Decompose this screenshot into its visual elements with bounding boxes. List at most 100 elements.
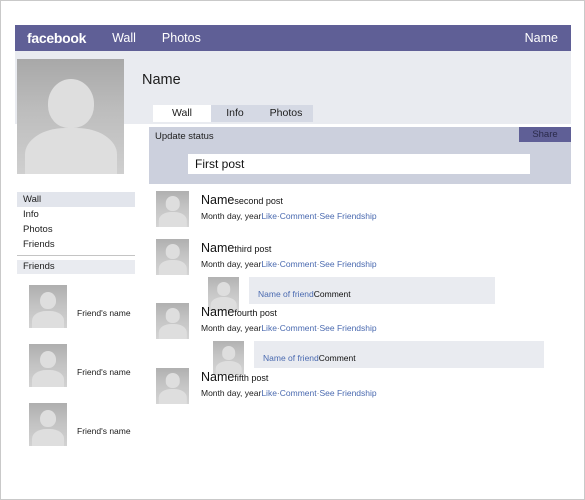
list-item[interactable]: Friend's name [29,285,149,344]
post-like-link[interactable]: Like [261,323,277,333]
friend-avatar[interactable] [29,344,67,387]
account-name-link[interactable]: Name [525,31,558,45]
post-date: Month day, year [201,323,262,333]
user-silhouette-icon [216,282,231,296]
table-row: Namesecond post Month day, yearLike·Comm… [156,191,576,239]
top-nav-links: Wall Photos [112,31,201,45]
user-silhouette-icon [40,291,56,310]
post-meta: Month day, yearLike·Comment·See Friendsh… [201,209,576,222]
comment-text: Comment [313,289,351,299]
list-item[interactable]: Friend's name [29,403,149,462]
facebook-logo[interactable]: facebook [27,30,86,46]
post-author[interactable]: Name [201,241,234,255]
post-see-friendship-link[interactable]: See Friendship [319,388,376,398]
post-avatar[interactable] [156,191,189,227]
user-silhouette-body [158,323,187,339]
user-silhouette-icon [165,373,180,388]
post-meta: Month day, yearLike·Comment·See Friendsh… [201,386,576,399]
post-see-friendship-link[interactable]: See Friendship [319,323,376,333]
post-text: fifth post [234,373,269,383]
profile-avatar[interactable] [17,59,124,174]
post-body: Namefifth post Month day, yearLike·Comme… [156,368,576,399]
user-silhouette-icon [40,350,56,369]
user-silhouette-icon [47,78,94,128]
tab-info[interactable]: Info [211,105,259,122]
top-nav-item-photos[interactable]: Photos [162,31,201,45]
post-author[interactable]: Name [201,370,234,384]
post-avatar[interactable] [156,303,189,339]
top-navigation-bar: facebook Wall Photos Name [15,25,571,51]
user-silhouette-icon [40,409,56,428]
post-text: third post [234,244,272,254]
sidebar-item-wall[interactable]: Wall [17,192,135,207]
list-item[interactable]: Friend's name [29,344,149,403]
post-avatar[interactable] [156,368,189,404]
sidebar-navigation: Wall Info Photos Friends Friends [17,192,135,274]
post-body: Namethird post Month day, yearLike·Comme… [156,239,576,270]
user-silhouette-body [32,428,64,446]
post-avatar[interactable] [156,239,189,275]
post-like-link[interactable]: Like [261,388,277,398]
user-silhouette-body [158,259,187,275]
user-silhouette-icon [165,308,180,323]
update-status-label: Update status [155,131,214,142]
user-silhouette-body [32,369,64,387]
post-author[interactable]: Name [201,305,234,319]
friend-avatar[interactable] [29,285,67,328]
post-comment-link[interactable]: Comment [280,388,317,398]
post-see-friendship-link[interactable]: See Friendship [319,211,376,221]
sidebar-item-friends[interactable]: Friends [17,237,135,252]
comment-text: Comment [318,353,356,363]
post-comment-link[interactable]: Comment [280,211,317,221]
post-body: Namefourth post Month day, yearLike·Comm… [156,303,576,334]
post-body: Namesecond post Month day, yearLike·Comm… [156,191,576,222]
share-button[interactable]: Share [519,127,571,142]
status-input[interactable] [188,154,530,174]
post-headline: Namesecond post [201,193,576,208]
post-author[interactable]: Name [201,193,234,207]
sidebar-item-photos[interactable]: Photos [17,222,135,237]
post-like-link[interactable]: Like [261,211,277,221]
comment-author[interactable]: Name of friend [263,353,319,363]
user-silhouette-icon [165,244,180,259]
sidebar-item-info[interactable]: Info [17,207,135,222]
friend-name-label[interactable]: Friend's name [77,426,131,436]
post-text: second post [234,196,283,206]
friend-name-label[interactable]: Friend's name [77,308,131,318]
facebook-profile-page: facebook Wall Photos Name Name Wall Info… [0,0,585,500]
comment-author[interactable]: Name of friend [258,289,314,299]
wall-post-list: Namesecond post Month day, yearLike·Comm… [156,191,576,414]
post-comment-link[interactable]: Comment [280,259,317,269]
post-see-friendship-link[interactable]: See Friendship [319,259,376,269]
post-like-link[interactable]: Like [261,259,277,269]
user-silhouette-icon [221,346,236,360]
post-meta: Month day, yearLike·Comment·See Friendsh… [201,257,576,270]
user-silhouette-body [158,211,187,227]
post-meta: Month day, yearLike·Comment·See Friendsh… [201,321,576,334]
post-headline: Namefourth post [201,305,576,320]
status-composer: Update status Share [149,127,571,184]
tab-wall[interactable]: Wall [153,105,211,122]
table-row: Namethird post Month day, yearLike·Comme… [156,239,576,311]
table-row: Namefifth post Month day, yearLike·Comme… [156,368,576,414]
friend-name-label[interactable]: Friend's name [77,367,131,377]
post-headline: Namethird post [201,241,576,256]
top-nav-item-wall[interactable]: Wall [112,31,136,45]
user-silhouette-body [24,128,117,174]
profile-tabs: Wall Info Photos [153,105,313,122]
friend-avatar[interactable] [29,403,67,446]
table-row: Namefourth post Month day, yearLike·Comm… [156,303,576,375]
sidebar-divider [17,255,135,256]
comment-bubble: Name of friendComment [249,277,495,304]
post-date: Month day, year [201,259,262,269]
user-silhouette-body [32,310,64,328]
friends-list: Friend's name Friend's name Friend's nam… [29,285,149,462]
page-title: Name [142,72,181,88]
tab-photos[interactable]: Photos [259,105,313,122]
post-date: Month day, year [201,211,262,221]
user-silhouette-icon [165,196,180,211]
sidebar-friends-heading: Friends [17,260,135,274]
comment-bubble: Name of friendComment [254,341,544,368]
post-text: fourth post [234,308,277,318]
post-comment-link[interactable]: Comment [280,323,317,333]
